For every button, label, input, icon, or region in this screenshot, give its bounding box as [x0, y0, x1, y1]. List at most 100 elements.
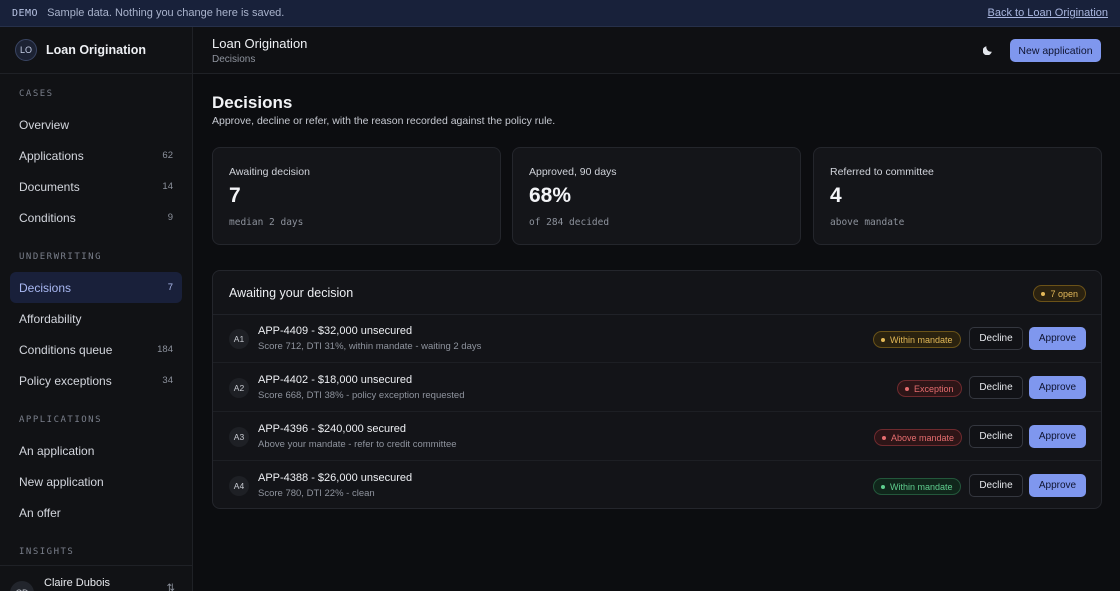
brand-name: Loan Origination — [46, 43, 146, 57]
header-title: Loan Origination — [212, 36, 308, 51]
demo-banner: DEMO Sample data. Nothing you change her… — [0, 0, 1120, 27]
row-detail: Score 712, DTI 31%, within mandate - wai… — [258, 341, 482, 352]
approve-button[interactable]: Approve — [1029, 425, 1086, 448]
page-title: Decisions — [212, 93, 293, 112]
approve-button[interactable]: Approve — [1029, 327, 1086, 350]
sidebar-item-count: 7 — [167, 282, 173, 293]
brand-logo: LO — [15, 39, 37, 61]
sidebar: LO Loan Origination CASES Overview Appli… — [0, 27, 193, 591]
section-label-underwriting: UNDERWRITING — [19, 252, 103, 262]
open-count-label: 7 open — [1050, 288, 1078, 299]
stat-label: Approved, 90 days — [529, 166, 617, 178]
sidebar-item-count: 14 — [162, 181, 173, 192]
table-row[interactable]: A1 APP-4409 - $32,000 unsecured Score 71… — [213, 315, 1101, 363]
page-subtitle: Approve, decline or refer, with the reas… — [212, 115, 556, 127]
status-dot — [881, 337, 885, 342]
row-title: APP-4402 - $18,000 unsecured — [258, 374, 413, 386]
stat-note: of 284 decided — [529, 217, 610, 228]
user-profile[interactable]: CD Claire Dubois ⇅ — [0, 565, 192, 591]
sidebar-item-conditions[interactable]: Conditions 9 — [10, 202, 182, 233]
status-badge: Within mandate — [873, 478, 961, 495]
status-dot — [881, 484, 885, 489]
stat-card-approved: Approved, 90 days 68% of 284 decided — [512, 147, 801, 245]
sidebar-item-new-application[interactable]: New application — [10, 466, 182, 497]
sidebar-item-overview[interactable]: Overview — [10, 109, 182, 140]
approve-button[interactable]: Approve — [1029, 376, 1086, 399]
decline-button[interactable]: Decline — [969, 474, 1023, 497]
decline-button[interactable]: Decline — [969, 376, 1023, 399]
new-application-button[interactable]: New application — [1010, 39, 1101, 62]
user-name: Claire Dubois — [44, 577, 111, 589]
stat-note: median 2 days — [229, 217, 304, 228]
stat-card-awaiting: Awaiting decision 7 median 2 days — [212, 147, 501, 245]
approve-button[interactable]: Approve — [1029, 474, 1086, 497]
sidebar-item-an-application[interactable]: An application — [10, 435, 182, 466]
sidebar-item-label: An offer — [19, 505, 61, 520]
status-label: Exception — [914, 383, 954, 394]
sidebar-item-count: 62 — [162, 150, 173, 161]
table-row[interactable]: A4 APP-4388 - $26,000 unsecured Score 78… — [213, 462, 1101, 508]
sidebar-item-count: 34 — [162, 375, 173, 386]
row-index: A3 — [229, 427, 249, 447]
sidebar-item-label: Conditions queue — [19, 342, 113, 357]
sidebar-item-applications[interactable]: Applications 62 — [10, 140, 182, 171]
status-label: Above mandate — [891, 432, 955, 443]
open-count-badge: 7 open — [1033, 285, 1086, 302]
sidebar-item-count: 9 — [167, 212, 173, 223]
row-detail: Score 668, DTI 38% - policy exception re… — [258, 390, 465, 401]
row-title: APP-4396 - $240,000 secured — [258, 423, 406, 435]
sidebar-item-an-offer[interactable]: An offer — [10, 497, 182, 528]
section-label-insights: INSIGHTS — [19, 547, 75, 557]
sidebar-item-documents[interactable]: Documents 14 — [10, 171, 182, 202]
row-index: A1 — [229, 329, 249, 349]
status-dot — [882, 435, 886, 440]
sidebar-item-policy-exceptions[interactable]: Policy exceptions 34 — [10, 365, 182, 396]
table-row[interactable]: A2 APP-4402 - $18,000 unsecured Score 66… — [213, 364, 1101, 412]
sidebar-item-label: Applications — [19, 148, 84, 163]
sidebar-item-conditions-queue[interactable]: Conditions queue 184 — [10, 334, 182, 365]
row-index: A4 — [229, 476, 249, 496]
back-link[interactable]: Back to Loan Origination — [988, 7, 1108, 19]
status-badge: Within mandate — [873, 331, 961, 348]
sidebar-item-label: Documents — [19, 179, 80, 194]
brand[interactable]: LO Loan Origination — [0, 27, 192, 74]
stat-value: 7 — [229, 184, 241, 207]
avatar: CD — [10, 581, 34, 591]
stat-label: Awaiting decision — [229, 166, 310, 178]
status-dot — [1041, 291, 1046, 296]
panel-title: Awaiting your decision — [229, 286, 354, 300]
demo-message: Sample data. Nothing you change here is … — [47, 7, 285, 19]
status-badge: Above mandate — [874, 429, 963, 446]
stat-value: 68% — [529, 184, 572, 207]
section-label-cases: CASES — [19, 89, 54, 99]
stat-card-referred: Referred to committee 4 above mandate — [813, 147, 1102, 245]
row-detail: Above your mandate - refer to credit com… — [258, 439, 457, 450]
stat-label: Referred to committee — [830, 166, 934, 178]
sidebar-item-label: Policy exceptions — [19, 373, 112, 388]
breadcrumb: Decisions — [212, 54, 256, 65]
sidebar-item-decisions[interactable]: Decisions 7 — [10, 272, 182, 303]
top-header: Loan Origination Decisions New applicati… — [193, 27, 1120, 74]
decline-button[interactable]: Decline — [969, 327, 1023, 350]
status-label: Within mandate — [890, 334, 953, 345]
row-detail: Score 780, DTI 22% - clean — [258, 488, 375, 499]
decision-queue-panel: Awaiting your decision 7 open A1 APP-440… — [212, 270, 1102, 509]
moon-icon[interactable] — [982, 42, 996, 56]
sidebar-item-label: Affordability — [19, 311, 82, 326]
sidebar-item-label: Decisions — [19, 280, 72, 295]
row-title: APP-4388 - $26,000 unsecured — [258, 472, 413, 484]
decline-button[interactable]: Decline — [969, 425, 1023, 448]
demo-tag: DEMO — [12, 7, 39, 19]
status-label: Within mandate — [890, 481, 953, 492]
status-badge: Exception — [897, 380, 962, 397]
sidebar-item-label: Overview — [19, 117, 70, 132]
sidebar-item-count: 184 — [157, 344, 173, 355]
status-dot — [905, 386, 909, 391]
table-row[interactable]: A3 APP-4396 - $240,000 secured Above you… — [213, 413, 1101, 461]
stat-note: above mandate — [830, 217, 905, 228]
sidebar-item-label: Conditions — [19, 210, 76, 225]
stat-value: 4 — [830, 184, 842, 207]
sidebar-item-label: New application — [19, 474, 104, 489]
sidebar-item-affordability[interactable]: Affordability — [10, 303, 182, 334]
swap-icon[interactable]: ⇅ — [167, 583, 175, 591]
